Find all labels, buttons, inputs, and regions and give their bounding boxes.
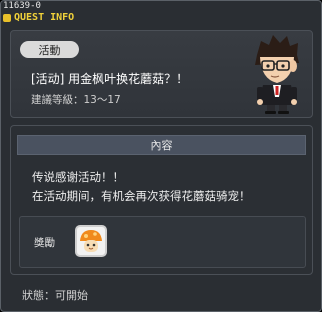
- quest-title: [活动] 用金枫叶换花蘑菇？！: [31, 72, 189, 86]
- quest-content-panel: 內容 传说感谢活动！！ 在活动期间，有机会再次获得花蘑菇骑宠！ 獎勵: [10, 125, 313, 275]
- quest-id: 11639-0: [3, 1, 41, 11]
- reward-box: 獎勵: [19, 216, 306, 268]
- window-title: QUEST INFO: [14, 12, 75, 23]
- reward-item-slot[interactable]: [75, 225, 107, 257]
- flower-mushroom-icon: [80, 230, 102, 252]
- reward-label: 獎勵: [34, 237, 55, 249]
- quest-icon: [3, 13, 11, 22]
- quest-recommended-level: 建議等級：13～17: [31, 94, 121, 106]
- content-header: 內容: [17, 135, 306, 155]
- window-title-bar[interactable]: QUEST INFO: [3, 12, 74, 23]
- content-line: 传说感谢活动！！: [32, 170, 124, 184]
- quest-summary-panel: 活動 [活动] 用金枫叶换花蘑菇？！ 建議等級：13～17: [10, 30, 313, 118]
- npc-portrait-icon: [255, 35, 299, 114]
- quest-category-tag: 活動: [20, 41, 79, 58]
- quest-status: 狀態：可開始: [22, 289, 88, 302]
- content-line: 在活动期间，有机会再次获得花蘑菇骑宠！: [32, 189, 251, 203]
- quest-info-window: 11639-0 QUEST INFO 活動 [活动] 用金枫叶换花蘑菇？！ 建議…: [0, 0, 322, 312]
